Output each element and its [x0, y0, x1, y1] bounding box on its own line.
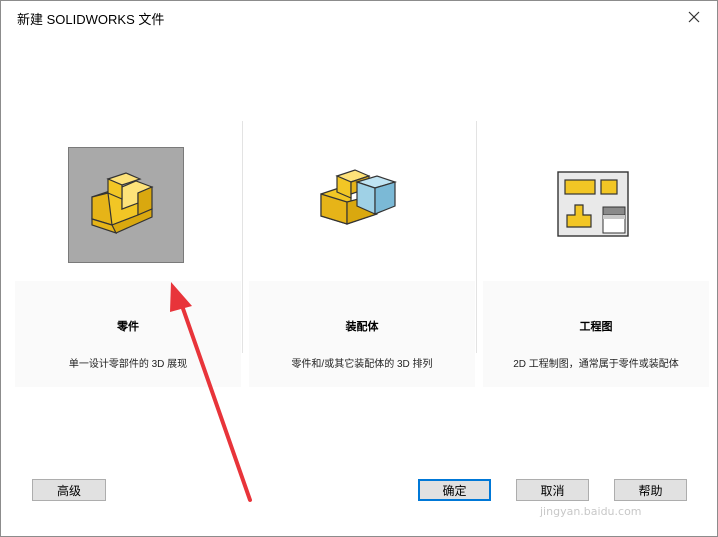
template-name: 零件	[117, 321, 139, 333]
watermark: jingyan.baidu.com	[540, 505, 642, 518]
divider	[476, 121, 477, 353]
card-background	[483, 281, 709, 387]
assembly-thumbnail[interactable]	[302, 147, 416, 261]
cancel-button[interactable]: 取消	[516, 479, 589, 501]
window-title: 新建 SOLIDWORKS 文件	[17, 12, 165, 27]
new-document-dialog: 新建 SOLIDWORKS 文件 零件 单一设计零部件的 3D 展现 装配体 零…	[0, 0, 718, 537]
help-button[interactable]: 帮助	[614, 479, 687, 501]
template-description: 单一设计零部件的 3D 展现	[68, 359, 188, 370]
part-thumbnail[interactable]	[68, 147, 184, 263]
card-background	[15, 281, 241, 387]
drawing-thumbnail[interactable]	[536, 147, 650, 261]
part-icon	[91, 172, 154, 235]
divider	[242, 121, 243, 353]
ok-button[interactable]: 确定	[418, 479, 491, 501]
drawing-icon	[557, 171, 629, 237]
title-bar: 新建 SOLIDWORKS 文件	[1, 1, 717, 31]
advanced-button[interactable]: 高级	[32, 479, 106, 501]
template-part[interactable]: 零件 单一设计零部件的 3D 展现	[15, 141, 241, 387]
template-panel: 零件 单一设计零部件的 3D 展现 装配体 零件和/或其它装配体的 3D 排列 …	[9, 33, 709, 475]
assembly-icon	[320, 169, 397, 225]
close-icon	[688, 11, 700, 23]
template-name: 装配体	[345, 321, 379, 333]
template-description: 2D 工程制图，通常属于零件或装配体	[513, 359, 679, 370]
card-background	[249, 281, 475, 387]
template-description: 零件和/或其它装配体的 3D 排列	[291, 359, 433, 370]
template-drawing[interactable]: 工程图 2D 工程制图，通常属于零件或装配体	[483, 141, 709, 387]
close-button[interactable]	[679, 5, 709, 29]
template-assembly[interactable]: 装配体 零件和/或其它装配体的 3D 排列	[249, 141, 475, 387]
template-name: 工程图	[579, 321, 613, 333]
